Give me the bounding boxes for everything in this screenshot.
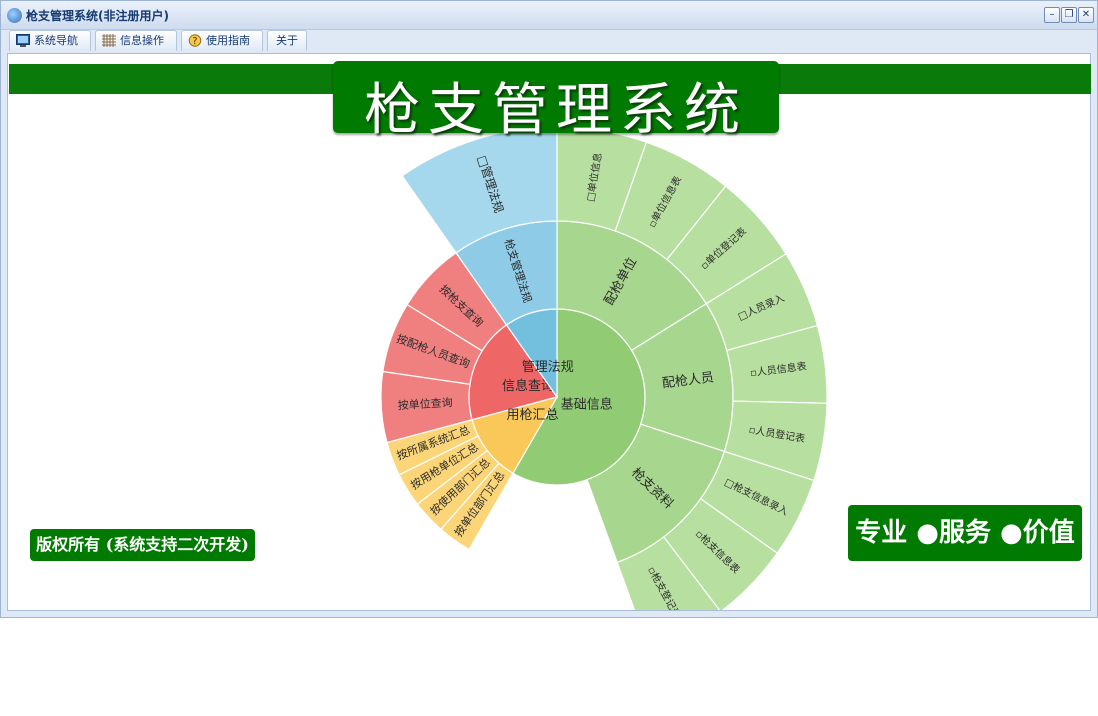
close-button[interactable]: ✕ xyxy=(1078,7,1094,23)
monitor-icon xyxy=(16,34,30,47)
svg-text:?: ? xyxy=(193,36,198,47)
minimize-button[interactable]: – xyxy=(1044,7,1060,23)
tab-label: 关于 xyxy=(276,34,298,47)
tab-about[interactable]: 关于 xyxy=(267,30,307,51)
node-group-1-label: 管理法规 xyxy=(522,360,574,375)
grid-icon xyxy=(102,34,116,47)
title-bar[interactable]: 枪支管理系统(非注册用户) – ❐ ✕ xyxy=(1,1,1097,30)
restore-button[interactable]: ❐ xyxy=(1061,7,1077,23)
app-window: 枪支管理系统(非注册用户) – ❐ ✕ 系统导航 信息操作 ? 使用指南 关于 … xyxy=(0,0,1098,618)
tab-label: 使用指南 xyxy=(206,34,250,47)
main-content: 基础信息 配枪单位 □单位信息 ▫单位信息表 ▫单位登记表 配枪人员 □人员录入 ▫人员信息表… xyxy=(7,53,1091,611)
tab-info-operations[interactable]: 信息操作 xyxy=(95,30,177,51)
system-banner: 枪支管理系统 xyxy=(333,61,779,143)
tab-label: 信息操作 xyxy=(120,34,164,47)
tab-system-navigation[interactable]: 系统导航 xyxy=(9,30,91,51)
copyright-badge: 版权所有 (系统支持二次开发) xyxy=(30,529,255,561)
tab-label: 系统导航 xyxy=(34,34,78,47)
node-basic-info-label: 基础信息 xyxy=(561,396,613,412)
help-icon: ? xyxy=(188,34,202,47)
tab-user-guide[interactable]: ? 使用指南 xyxy=(181,30,263,51)
banner-title: 枪支管理系统 xyxy=(364,78,748,143)
window-title: 枪支管理系统(非注册用户) xyxy=(26,9,169,23)
node-group-2-label: 用枪汇总 xyxy=(507,407,559,423)
app-logo-icon xyxy=(7,8,22,23)
slogan-badge: 专业 ●服务 ●价值 xyxy=(848,505,1082,561)
